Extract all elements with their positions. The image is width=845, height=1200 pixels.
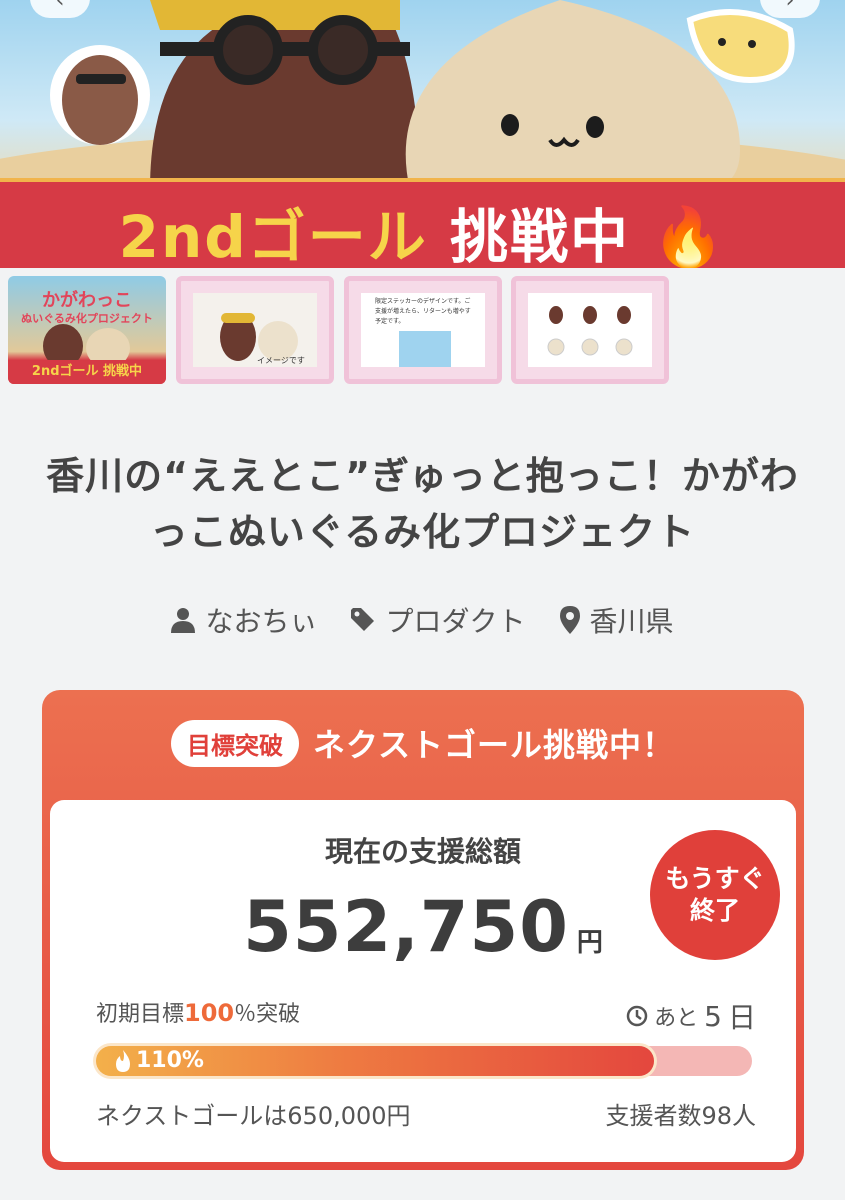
thumbnail-1-illustration	[43, 324, 130, 366]
thumbnail-4-content	[528, 293, 652, 367]
initial-goal-suffix: ％突破	[234, 1002, 301, 1027]
clock-icon	[626, 1005, 648, 1027]
meta-category[interactable]: プロダクト	[351, 600, 526, 640]
ending-soon-line2: 終了	[689, 896, 740, 925]
category-name: プロダクト	[385, 605, 526, 638]
project-title: 香川の“ええとこ”ぎゅっと抱っこ！かがわっこぬいぐるみ化プロジェクト	[46, 454, 799, 554]
initial-goal-prefix: 初期目標	[96, 1002, 185, 1027]
hero-banner-goal: 2ndゴール	[118, 203, 428, 268]
hero-image[interactable]: ‹ › 2ndゴール 挑戦中 🔥	[0, 0, 845, 268]
total-amount-value: 552,750	[243, 886, 569, 968]
initial-goal-text: 初期目標100％突破	[96, 996, 300, 1028]
initial-goal-percent: 100	[184, 999, 235, 1027]
thumbnail-1-title: かがわっこ	[42, 290, 132, 311]
location-pin-icon	[559, 606, 580, 634]
thumbnail-3-content: 限定ステッカーのデザインです。ご支援が増えたら、リターンも増やす予定です。	[361, 293, 485, 367]
next-goal-text: ネクストゴールは650,000円	[96, 1102, 411, 1130]
funding-card-body: 現在の支援総額 552,750 円 もうすぐ 終了 初期目標100％突破 あと 5 日	[50, 800, 796, 1162]
ending-soon-badge: もうすぐ 終了	[650, 830, 780, 960]
thumbnail-3-sticker	[399, 331, 451, 367]
flame-icon	[116, 1049, 130, 1072]
thumbnail-4[interactable]	[511, 276, 669, 384]
hero-banner: 2ndゴール 挑戦中 🔥	[0, 178, 845, 268]
flame-icon: 🔥	[652, 203, 727, 268]
remaining-time: あと 5 日	[626, 996, 756, 1036]
remaining-days: 5	[704, 999, 722, 1033]
next-goal-header: ネクストゴール挑戦中！	[312, 726, 676, 764]
user-icon	[171, 608, 196, 633]
funding-card-header: 目標突破 ネクストゴール挑戦中！	[42, 718, 804, 768]
progress-percent: 110%	[136, 1048, 204, 1073]
currency-unit: 円	[576, 928, 603, 958]
meta-author[interactable]: なおちぃ	[171, 600, 317, 640]
location-name: 香川県	[589, 605, 674, 638]
remaining-suffix: 日	[727, 1001, 756, 1034]
thumbnail-4-illustration	[547, 306, 633, 356]
author-name: なおちぃ	[205, 605, 318, 638]
thumbnail-1-band: 2ndゴール 挑戦中	[8, 360, 166, 384]
progress-label: 110%	[114, 1048, 204, 1073]
thumbnail-3[interactable]: 限定ステッカーのデザインです。ご支援が増えたら、リターンも増やす予定です。	[344, 276, 502, 384]
funding-card: 目標突破 ネクストゴール挑戦中！ 現在の支援総額 552,750 円 もうすぐ 終…	[42, 690, 804, 1170]
hero-banner-challenge: 挑戦中	[449, 203, 630, 268]
thumbnail-2-caption: イメージです	[257, 356, 305, 365]
meta-location[interactable]: 香川県	[559, 600, 674, 640]
thumbnail-3-caption: 限定ステッカーのデザインです。ご支援が増えたら、リターンも増やす予定です。	[375, 298, 471, 325]
thumbnail-1[interactable]: かがわっこ ぬいぐるみ化プロジェクト 2ndゴール 挑戦中	[8, 276, 166, 384]
thumbnail-2-photo: イメージです	[193, 293, 317, 367]
thumbnail-2[interactable]: イメージです	[176, 276, 334, 384]
hero-banner-text: 2ndゴール 挑戦中 🔥	[0, 190, 845, 268]
progress-bar-fill: 110%	[96, 1046, 654, 1076]
progress-bar: 110%	[96, 1046, 752, 1076]
thumbnail-strip: かがわっこ ぬいぐるみ化プロジェクト 2ndゴール 挑戦中 イメージです 限定ス…	[8, 276, 838, 384]
tag-icon	[351, 608, 375, 631]
ending-soon-line1: もうすぐ	[665, 864, 765, 893]
backers-count: 支援者数98人	[605, 1102, 756, 1130]
project-meta: なおちぃ プロダクト 香川県	[0, 600, 845, 640]
remaining-prefix: あと	[654, 1006, 699, 1031]
progress-top-row: 初期目標100％突破 あと 5 日	[96, 996, 756, 1034]
chevron-right-icon: ›	[785, 0, 795, 13]
goal-achieved-badge: 目標突破	[170, 719, 299, 767]
chevron-left-icon: ‹	[55, 0, 65, 13]
